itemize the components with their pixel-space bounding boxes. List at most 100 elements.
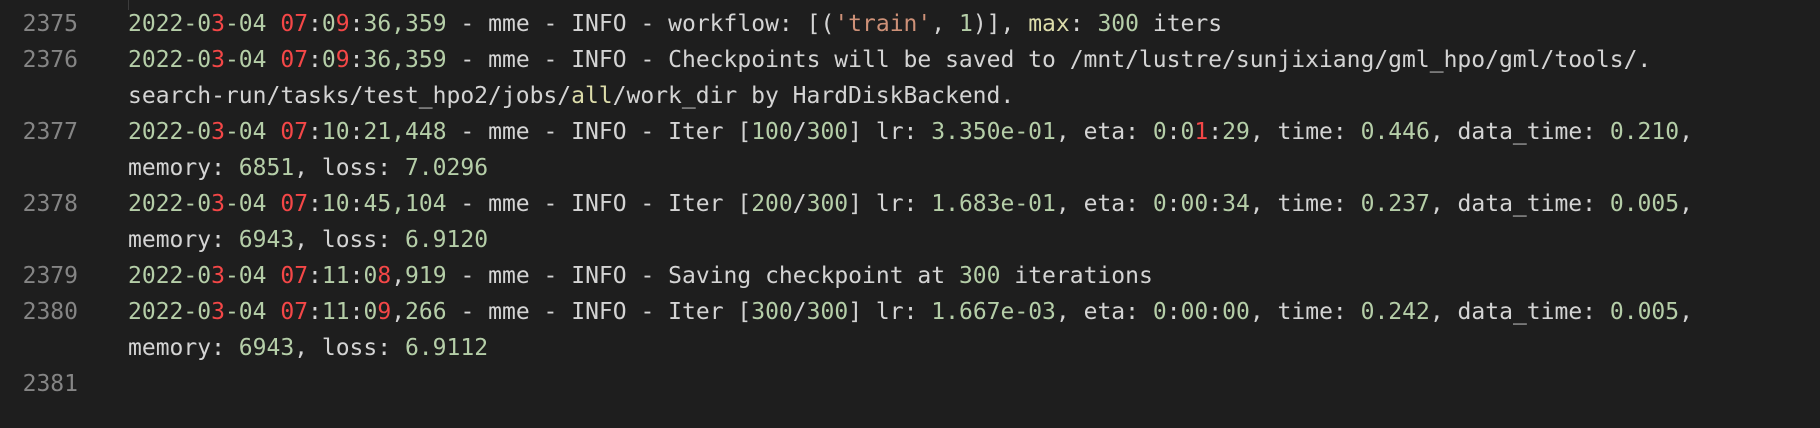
code-token: 3 [211, 191, 225, 217]
code-token: 6851 [238, 155, 295, 181]
code-token: /work_dir by HardDiskBackend. [612, 83, 1015, 109]
code-token: , [1679, 191, 1693, 217]
code-token: : [349, 119, 364, 145]
code-token: : [308, 299, 322, 325]
code-token: : [1166, 119, 1181, 145]
code-token: 0.005 [1609, 191, 1680, 217]
code-token: , data_time: [1429, 299, 1610, 325]
code-token: , loss: [294, 227, 405, 253]
code-token: 00 [1180, 191, 1209, 217]
code-token: 300 [806, 119, 849, 145]
code-token: : [1208, 119, 1223, 145]
code-token: -04 [224, 299, 281, 325]
line-number: 2381 [22, 371, 78, 397]
code-line[interactable]: 2378 2022-03-04 07:10:45,104 - mme - INFO… [0, 186, 1820, 222]
code-token: , [1679, 299, 1693, 325]
code-token: 2022-0 [128, 191, 212, 217]
code-token: , data_time: [1429, 191, 1610, 217]
code-text: memory: 6943, loss: 6.9112 [128, 330, 488, 366]
code-token: 3.350e-01 [931, 119, 1056, 145]
code-token: : [308, 119, 322, 145]
code-token: 6.9120 [404, 227, 489, 253]
code-token: 2022-0 [128, 119, 212, 145]
code-token: / [792, 299, 807, 325]
code-editor[interactable]: 2375 2022-03-04 07:09:36,359 - mme - INFO… [0, 0, 1820, 428]
code-token: -04 [224, 119, 281, 145]
code-token: 7.0296 [404, 155, 489, 181]
code-token: 8 [377, 263, 392, 289]
code-token: , [931, 11, 959, 37]
code-token: search-run/tasks/test_hpo2/jobs/ [128, 83, 572, 109]
code-token: 0.210 [1609, 119, 1680, 145]
code-text: 2022-03-04 07:11:09,266 - mme - INFO - I… [128, 294, 1693, 330]
code-token: 3 [211, 263, 225, 289]
code-token: 07 [280, 11, 309, 37]
code-token: : [308, 263, 322, 289]
code-token: 1 [1194, 119, 1209, 145]
code-token: 21,448 [363, 119, 447, 145]
code-token: / [792, 191, 807, 217]
code-token: 2022-0 [128, 11, 212, 37]
code-token: 36,359 [363, 11, 447, 37]
code-text: 2022-03-04 07:09:36,359 - mme - INFO - C… [128, 42, 1651, 78]
code-token: : [349, 299, 364, 325]
code-token: 3 [211, 299, 225, 325]
code-line[interactable]: 2381 [0, 366, 1820, 402]
code-token: max [1028, 11, 1070, 37]
code-token: 0 [363, 299, 378, 325]
code-token: : [349, 47, 364, 73]
code-token: 07 [280, 47, 309, 73]
code-token: all [571, 83, 613, 109]
code-line[interactable]: memory: 6943, loss: 6.9112 [0, 330, 1820, 366]
line-number: 2376 [22, 47, 78, 73]
code-line[interactable]: 2375 2022-03-04 07:09:36,359 - mme - INFO… [0, 6, 1820, 42]
code-line[interactable]: search-run/tasks/test_hpo2/jobs/all/work… [0, 78, 1820, 114]
line-number: 2378 [22, 191, 78, 217]
code-line[interactable]: 2379 2022-03-04 07:11:08,919 - mme - INFO… [0, 258, 1820, 294]
code-token: 0.005 [1609, 299, 1680, 325]
code-token: memory: [128, 227, 239, 253]
code-token: 266 [405, 299, 447, 325]
code-token: / [792, 119, 807, 145]
code-token: 10 [321, 191, 350, 217]
code-token: 9 [335, 11, 350, 37]
code-line[interactable]: 2376 2022-03-04 07:09:36,359 - mme - INFO… [0, 42, 1820, 78]
code-token: 0 [1152, 299, 1167, 325]
code-token: 34 [1222, 191, 1250, 217]
code-token: 11 [321, 299, 350, 325]
code-line[interactable]: memory: 6943, loss: 6.9120 [0, 222, 1820, 258]
code-token: : [1069, 11, 1098, 37]
code-token: 300 [751, 299, 793, 325]
code-token: - mme - INFO - Iter [ [446, 191, 752, 217]
code-token: - mme - INFO - Iter [ [446, 119, 752, 145]
code-token: 0 [1180, 119, 1195, 145]
code-token: : [349, 11, 364, 37]
code-token: 1 [958, 11, 973, 37]
code-token: )], [972, 11, 1029, 37]
code-token: 00 [1222, 299, 1250, 325]
code-token: - mme - INFO - Checkpoints will be saved… [446, 47, 1652, 73]
code-line[interactable]: 2377 2022-03-04 07:10:21,448 - mme - INFO… [0, 114, 1820, 150]
code-line[interactable]: 2380 2022-03-04 07:11:09,266 - mme - INFO… [0, 294, 1820, 330]
code-token: 300 [1097, 11, 1139, 37]
code-token: : [308, 47, 322, 73]
code-token: , eta: [1055, 299, 1153, 325]
code-token: ] lr: [848, 299, 932, 325]
code-token: 0 [363, 263, 378, 289]
code-token: 45,104 [363, 191, 447, 217]
code-token: 6943 [238, 227, 295, 253]
code-text: 2022-03-04 07:11:08,919 - mme - INFO - S… [128, 258, 1153, 294]
code-token: -04 [224, 11, 281, 37]
code-text: 2022-03-04 07:09:36,359 - mme - INFO - w… [128, 6, 1222, 42]
line-number: 2375 [22, 11, 78, 37]
code-token: , time: [1249, 191, 1361, 217]
code-token: 07 [280, 119, 309, 145]
line-number: 2380 [22, 299, 78, 325]
code-token: : [1208, 191, 1223, 217]
code-token: memory: [128, 155, 239, 181]
code-token: : [308, 11, 322, 37]
code-token: - mme - INFO - Saving checkpoint at [446, 263, 959, 289]
code-token: , time: [1249, 119, 1361, 145]
code-line[interactable]: memory: 6851, loss: 7.0296 [0, 150, 1820, 186]
code-token: 36,359 [363, 47, 447, 73]
